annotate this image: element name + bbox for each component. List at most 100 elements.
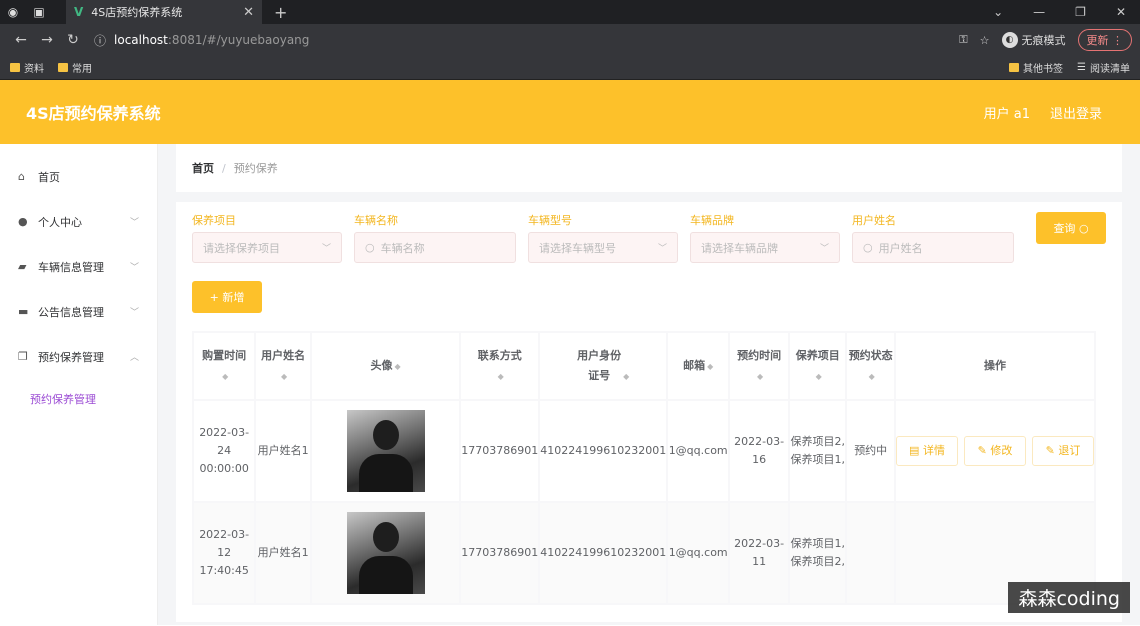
back-icon[interactable]: ← xyxy=(8,32,34,48)
vehicle-brand-select[interactable]: 请选择车辆品牌 ﹀ xyxy=(690,232,840,263)
cell-project: 保养项目2,保养项目1, xyxy=(788,399,848,503)
unsubscribe-button[interactable]: ✎ 退订 xyxy=(1032,436,1094,466)
breadcrumb-separator: / xyxy=(222,161,226,175)
search-label: 车辆品牌 xyxy=(690,214,734,227)
detail-button[interactable]: ▤ 详情 xyxy=(896,436,958,466)
doc-icon: ▤ xyxy=(909,444,920,457)
close-window-icon[interactable]: ✕ xyxy=(1116,5,1126,19)
bookmarks-bar: 资料 常用 其他书签 ☰ 阅读清单 xyxy=(0,56,1140,80)
sort-icon[interactable]: ◆ xyxy=(281,367,287,387)
bookmark-folder[interactable]: 资料 xyxy=(10,60,44,75)
breadcrumb-home[interactable]: 首页 xyxy=(192,160,214,176)
close-tab-icon[interactable]: ✕ xyxy=(243,5,254,20)
column-header[interactable]: 预约时间 ◆ xyxy=(728,331,791,401)
url-path: :8081/#/yuyuebaoyang xyxy=(167,33,310,47)
reading-list[interactable]: ☰ 阅读清单 xyxy=(1077,60,1130,75)
sort-icon[interactable]: ◆ xyxy=(623,367,629,387)
sidebar-item-label: 个人中心 xyxy=(38,215,82,229)
avatar[interactable] xyxy=(346,410,425,492)
url-field[interactable]: ⓘ localhost :8081/#/yuyuebaoyang xyxy=(94,32,959,49)
sort-icon[interactable]: ◆ xyxy=(757,367,763,387)
table-row[interactable]: 2022-03-24 00:00:00 用户姓名1 17703786901 41… xyxy=(191,399,1096,503)
chevron-down-icon: ﹀ xyxy=(819,244,829,254)
add-button[interactable]: + 新增 xyxy=(192,281,262,313)
column-header[interactable]: 购置时间 ◆ xyxy=(191,331,257,401)
logout-link[interactable]: 退出登录 xyxy=(1050,103,1102,122)
header-label: 用户身份证号 xyxy=(577,348,622,382)
bookmark-folder[interactable]: 常用 xyxy=(58,60,92,75)
query-button[interactable]: 查询 ○ xyxy=(1036,212,1106,244)
input-placeholder: 车辆名称 xyxy=(380,241,425,255)
breadcrumb: 首页 / 预约保养 xyxy=(176,144,1122,192)
sort-icon[interactable]: ◆ xyxy=(394,357,400,377)
incognito-label: 无痕模式 xyxy=(1021,34,1066,47)
update-button[interactable]: 更新 ⋮ xyxy=(1077,29,1132,51)
user-name-input[interactable]: ○ 用户姓名 xyxy=(852,232,1014,263)
table-row[interactable]: 2022-03-12 17:40:45 用户姓名1 17703786901 41… xyxy=(191,501,1096,605)
vehicle-model-select[interactable]: 请选择车辆型号 ﹀ xyxy=(528,232,678,263)
reload-icon[interactable]: ↻ xyxy=(60,32,86,48)
star-icon[interactable]: ☆ xyxy=(980,34,990,47)
cell-phone: 17703786901 xyxy=(459,399,541,503)
window-controls: ⌄ — ❐ ✕ xyxy=(993,5,1140,19)
sort-icon[interactable]: ◆ xyxy=(707,357,713,377)
tab-search-icon[interactable]: ▣ xyxy=(26,0,52,24)
minimize-icon[interactable]: — xyxy=(1033,5,1045,19)
select-placeholder: 请选择车辆型号 xyxy=(539,241,616,255)
sort-icon[interactable]: ◆ xyxy=(816,367,822,387)
key-icon[interactable]: ⚿ xyxy=(959,33,967,47)
forward-icon[interactable]: → xyxy=(34,32,60,48)
sort-icon[interactable]: ◆ xyxy=(498,367,504,387)
column-header: 操作 xyxy=(894,331,1096,401)
submenu-item-appointment[interactable]: 预约保养管理 xyxy=(0,379,157,419)
sort-icon[interactable]: ◆ xyxy=(222,367,228,387)
column-header[interactable]: 邮箱 ◆ xyxy=(666,331,731,401)
project-select[interactable]: 请选择保养项目 ﹀ xyxy=(192,232,342,263)
header-label: 邮箱 xyxy=(683,358,706,372)
other-bookmarks[interactable]: 其他书签 xyxy=(1009,60,1063,75)
detail-label: 详情 xyxy=(922,444,945,457)
new-tab-button[interactable]: + xyxy=(274,3,287,22)
bookmark-label: 资料 xyxy=(24,64,44,75)
sidebar-item-notice[interactable]: ▬ 公告信息管理 ﹀ xyxy=(0,289,157,334)
search-label: 用户姓名 xyxy=(852,214,896,227)
incognito-indicator[interactable]: ◐ 无痕模式 xyxy=(1001,32,1066,48)
column-header[interactable]: 预约状态 ◆ xyxy=(845,331,896,401)
avatar[interactable] xyxy=(346,512,425,594)
monitor-icon: ▬ xyxy=(18,305,29,318)
cell-id-card: 410224199610232001 xyxy=(538,399,669,503)
select-placeholder: 请选择保养项目 xyxy=(203,241,280,255)
column-header[interactable]: 保养项目 ◆ xyxy=(788,331,848,401)
sidebar-item-appointment[interactable]: ❐ 预约保养管理 ︿ xyxy=(0,334,157,379)
cell-user-name: 用户姓名1 xyxy=(254,399,312,503)
address-bar: ← → ↻ ⓘ localhost :8081/#/yuyuebaoyang ⚿… xyxy=(0,24,1140,56)
edit-button[interactable]: ✎ 修改 xyxy=(964,436,1026,466)
header-label: 保养项目 xyxy=(795,348,840,362)
cell-status: 预约中 xyxy=(845,399,896,503)
browser-tab-bar: ◉ ▣ V 4S店预约保养系统 ✕ + ⌄ — ❐ ✕ xyxy=(0,0,1140,24)
sort-icon[interactable]: ◆ xyxy=(869,367,875,387)
column-header[interactable]: 用户姓名 ◆ xyxy=(254,331,312,401)
search-form: 保养项目 请选择保养项目 ﹀ 车辆名称 ○ 车辆名称 车辆型号 请选择车辆型号 ﹀ 车… xyxy=(192,212,1106,263)
column-header[interactable]: 联系方式 ◆ xyxy=(459,331,541,401)
url-host: localhost xyxy=(114,33,168,47)
app-header: 4S店预约保养系统 用户 a1 退出登录 xyxy=(0,80,1140,144)
search-label: 保养项目 xyxy=(192,214,236,227)
sidebar-item-home[interactable]: ⌂ 首页 xyxy=(0,154,157,199)
info-icon[interactable]: ⓘ xyxy=(94,32,106,49)
vehicle-name-input[interactable]: ○ 车辆名称 xyxy=(354,232,516,263)
column-header[interactable]: 头像 ◆ xyxy=(309,331,462,401)
header-label: 头像 xyxy=(370,358,393,372)
column-header[interactable]: 用户身份证号 ◆ xyxy=(538,331,669,401)
cell-user-name: 用户姓名1 xyxy=(254,501,312,605)
sidebar-item-profile[interactable]: ● 个人中心 ﹀ xyxy=(0,199,157,244)
cell-ops: ▤ 详情 ✎ 修改 ✎ 退订 xyxy=(894,399,1096,503)
cell-id-card: 410224199610232001 xyxy=(538,501,669,605)
sidebar-item-label: 公告信息管理 xyxy=(38,305,104,319)
sidebar-item-vehicle[interactable]: ▰ 车辆信息管理 ﹀ xyxy=(0,244,157,289)
select-placeholder: 请选择车辆品牌 xyxy=(701,241,778,255)
folder-icon xyxy=(1009,63,1020,72)
browser-tab[interactable]: V 4S店预约保养系统 ✕ xyxy=(66,0,262,24)
restore-icon[interactable]: ❐ xyxy=(1075,5,1086,19)
chevron-down-icon[interactable]: ⌄ xyxy=(993,5,1003,19)
